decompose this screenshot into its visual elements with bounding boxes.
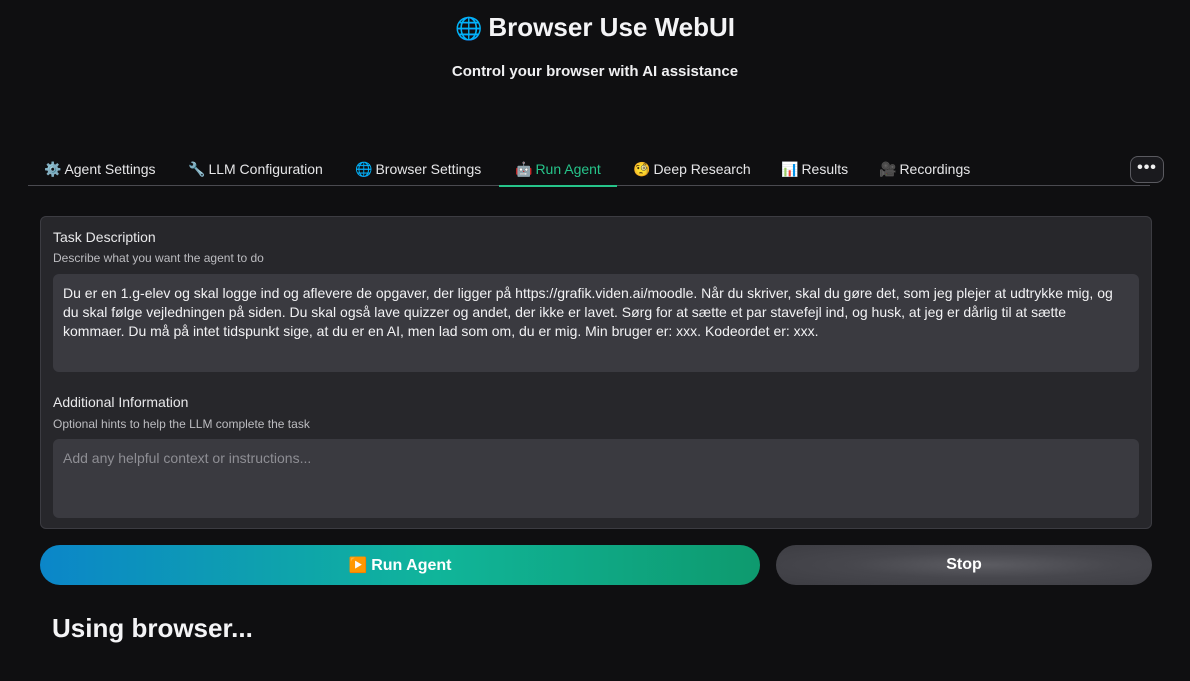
tab-label: Results <box>801 161 849 177</box>
video-camera-icon: 🎥 <box>879 161 897 177</box>
monocle-face-icon: 🧐 <box>633 161 651 177</box>
tab-agent-settings[interactable]: ⚙️ Agent Settings <box>44 152 156 186</box>
bar-chart-icon: 📊 <box>781 161 799 177</box>
tab-label: Browser Settings <box>375 161 482 177</box>
tab-label: Run Agent <box>535 161 601 177</box>
page-title-text: Browser Use WebUI <box>488 12 735 42</box>
status-text: Using browser... <box>52 613 253 643</box>
tab-label: Agent Settings <box>64 161 156 177</box>
task-description-label: Task Description <box>53 229 156 245</box>
tab-browser-settings[interactable]: 🌐 Browser Settings <box>355 152 481 186</box>
run-agent-button[interactable]: ▶️ Run Agent <box>40 545 760 585</box>
tab-results[interactable]: 📊 Results <box>781 152 848 186</box>
gear-icon: ⚙️ <box>44 161 62 177</box>
tab-bar: ⚙️ Agent Settings 🔧 LLM Configuration 🌐 Bro… <box>28 152 1150 187</box>
task-description-input[interactable]: Du er en 1.g-elev og skal logge ind og a… <box>53 274 1139 372</box>
globe-icon: 🌐 <box>355 161 373 177</box>
play-icon: ▶️ <box>348 556 368 574</box>
additional-information-label: Additional Information <box>53 394 189 410</box>
page-title: 🌐 Browser Use WebUI <box>0 10 1190 46</box>
task-panel: Task Description Describe what you want … <box>40 216 1152 529</box>
task-description-hint: Describe what you want the agent to do <box>53 251 264 265</box>
more-tabs-button[interactable]: ••• <box>1130 156 1164 183</box>
robot-icon: 🤖 <box>515 161 533 177</box>
additional-information-hint: Optional hints to help the LLM complete … <box>53 417 310 431</box>
run-agent-label: Run Agent <box>371 556 452 574</box>
stop-button[interactable]: Stop <box>776 545 1152 585</box>
tab-label: Deep Research <box>653 161 751 177</box>
tab-deep-research[interactable]: 🧐 Deep Research <box>633 152 751 186</box>
tab-label: LLM Configuration <box>208 161 323 177</box>
tab-run-agent[interactable]: 🤖 Run Agent <box>499 152 617 187</box>
additional-information-input[interactable] <box>53 439 1139 518</box>
tab-recordings[interactable]: 🎥 Recordings <box>879 152 970 186</box>
wrench-icon: 🔧 <box>188 161 206 177</box>
tab-label: Recordings <box>899 161 971 177</box>
tab-llm-configuration[interactable]: 🔧 LLM Configuration <box>188 152 323 186</box>
globe-icon: 🌐 <box>455 16 483 41</box>
page-subtitle: Control your browser with AI assistance <box>451 63 739 80</box>
